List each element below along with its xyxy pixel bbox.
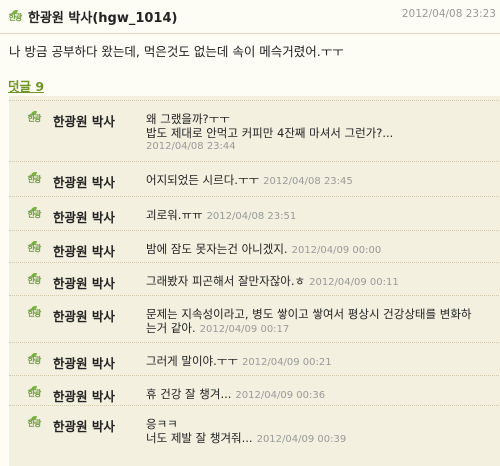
comment-line: 너도 제발 잘 챙겨줘... — [146, 431, 253, 445]
comment-item: 한광 한광원 박사 어지되었든 시르다.ㅜㅜ 2012/04/08 23:45 — [9, 161, 500, 192]
author-logo-icon: 한광 — [26, 273, 42, 287]
author-logo-icon: 한광 — [26, 353, 42, 367]
comment-line: 왜 그랬을까?ㅜㅜ — [146, 112, 230, 126]
comment-item: 한광 한광원 박사 응ㅋㅋ 너도 제발 잘 챙겨줘... 2012/04/09 0… — [9, 405, 500, 456]
comment-author[interactable]: 한광원 박사 — [53, 306, 115, 325]
post-author[interactable]: 한광원 박사(hgw_1014) — [28, 7, 177, 26]
author-logo-icon: 한광 — [26, 306, 42, 320]
author-logo-icon: 한광 — [26, 207, 42, 221]
author-logo-icon: 한광 — [26, 416, 42, 430]
comment-item: 한광 한광원 박사 그래봤자 피곤해서 잘만자잖아.ㅎ 2012/04/09 00… — [9, 262, 500, 293]
comment-date: 2012/04/09 00:36 — [235, 390, 326, 401]
comment-author[interactable]: 한광원 박사 — [53, 273, 115, 292]
comment-author[interactable]: 한광원 박사 — [53, 416, 115, 435]
comment-line: 괴로워.ㅠㅠ — [146, 208, 203, 222]
author-logo-icon: 한광 — [7, 10, 23, 24]
comment-text: 밤에 잠도 못자는건 아니겠지. 2012/04/09 00:00 — [146, 242, 491, 258]
post-date: 2012/04/08 23:23 — [401, 8, 496, 20]
post-body: 나 방금 공부하다 왔는데, 먹은것도 없는데 속이 메슥거렸어.ㅜㅜ — [9, 44, 344, 59]
comment-text: 휴 건강 잘 챙겨... 2012/04/09 00:36 — [146, 387, 491, 403]
comment-text: 왜 그랬을까?ㅜㅜ 밥도 제대로 안먹고 커피만 4잔째 마셔서 그런가?...… — [146, 112, 491, 154]
comment-line: 밤에 잠도 못자는건 아니겠지. — [146, 242, 288, 256]
comment-date: 2012/04/09 00:00 — [291, 245, 382, 256]
comment-line: 문제는 지속성이라고, 병도 쌓이고 쌓여서 평상시 건강상태를 변화하 — [146, 307, 472, 321]
comment-item: 한광 한광원 박사 그러게 말이야.ㅜㅜ 2012/04/09 00:21 — [9, 342, 500, 373]
author-logo-icon: 한광 — [26, 111, 42, 125]
comment-item: 한광 한광원 박사 밤에 잠도 못자는건 아니겠지. 2012/04/09 00:… — [9, 230, 500, 261]
comment-text: 그러게 말이야.ㅜㅜ 2012/04/09 00:21 — [146, 354, 491, 370]
comment-date: 2012/04/08 23:51 — [206, 211, 297, 222]
comment-item: 한광 한광원 박사 왜 그랬을까?ㅜㅜ 밥도 제대로 안먹고 커피만 4잔째 마… — [9, 100, 500, 155]
comment-text: 문제는 지속성이라고, 병도 쌓이고 쌓여서 평상시 건강상태를 변화하 는거 … — [146, 307, 491, 337]
comment-author[interactable]: 한광원 박사 — [53, 353, 115, 372]
comment-text: 어지되었든 시르다.ㅜㅜ 2012/04/08 23:45 — [146, 173, 491, 189]
comments-toggle-link[interactable]: 덧글 9 — [8, 76, 44, 95]
author-logo-icon: 한광 — [26, 241, 42, 255]
comment-date: 2012/04/08 23:44 — [146, 141, 236, 152]
comments-list: 한광 한광원 박사 왜 그랬을까?ㅜㅜ 밥도 제대로 안먹고 커피만 4잔째 마… — [9, 96, 500, 466]
comment-date: 2012/04/09 00:17 — [199, 324, 290, 335]
comment-text: 그래봤자 피곤해서 잘만자잖아.ㅎ 2012/04/09 00:11 — [146, 274, 491, 290]
comment-date: 2012/04/09 00:39 — [256, 434, 347, 445]
comment-item: 한광 한광원 박사 휴 건강 잘 챙겨... 2012/04/09 00:36 — [9, 375, 500, 406]
comment-item: 한광 한광원 박사 문제는 지속성이라고, 병도 쌓이고 쌓여서 평상시 건강상… — [9, 295, 500, 340]
comment-line: 그러게 말이야.ㅜㅜ — [146, 354, 238, 368]
comment-author[interactable]: 한광원 박사 — [53, 207, 115, 226]
comment-line: 그래봤자 피곤해서 잘만자잖아.ㅎ — [146, 274, 306, 288]
comment-author[interactable]: 한광원 박사 — [53, 111, 115, 130]
comment-text: 괴로워.ㅠㅠ 2012/04/08 23:51 — [146, 208, 491, 224]
author-logo-icon: 한광 — [26, 172, 42, 186]
comment-line: 응ㅋㅋ — [146, 417, 178, 431]
post-header: 한광 한광원 박사(hgw_1014) 2012/04/08 23:23 — [0, 0, 500, 34]
comment-text: 응ㅋㅋ 너도 제발 잘 챙겨줘... 2012/04/09 00:39 — [146, 417, 491, 447]
comment-line: 휴 건강 잘 챙겨... — [146, 387, 232, 401]
comment-line: 밥도 제대로 안먹고 커피만 4잔째 마셔서 그런가?... — [146, 126, 394, 140]
comment-line: 어지되었든 시르다.ㅜㅜ — [146, 173, 260, 187]
comment-author[interactable]: 한광원 박사 — [53, 386, 115, 405]
comment-item: 한광 한광원 박사 괴로워.ㅠㅠ 2012/04/08 23:51 — [9, 196, 500, 227]
comment-date: 2012/04/09 00:11 — [309, 277, 399, 288]
comment-author[interactable]: 한광원 박사 — [53, 241, 115, 260]
author-logo-icon: 한광 — [26, 386, 42, 400]
comment-date: 2012/04/08 23:45 — [263, 176, 353, 187]
comment-line: 는거 같아. — [146, 321, 196, 335]
comment-date: 2012/04/09 00:21 — [241, 357, 332, 368]
comment-author[interactable]: 한광원 박사 — [53, 172, 115, 191]
